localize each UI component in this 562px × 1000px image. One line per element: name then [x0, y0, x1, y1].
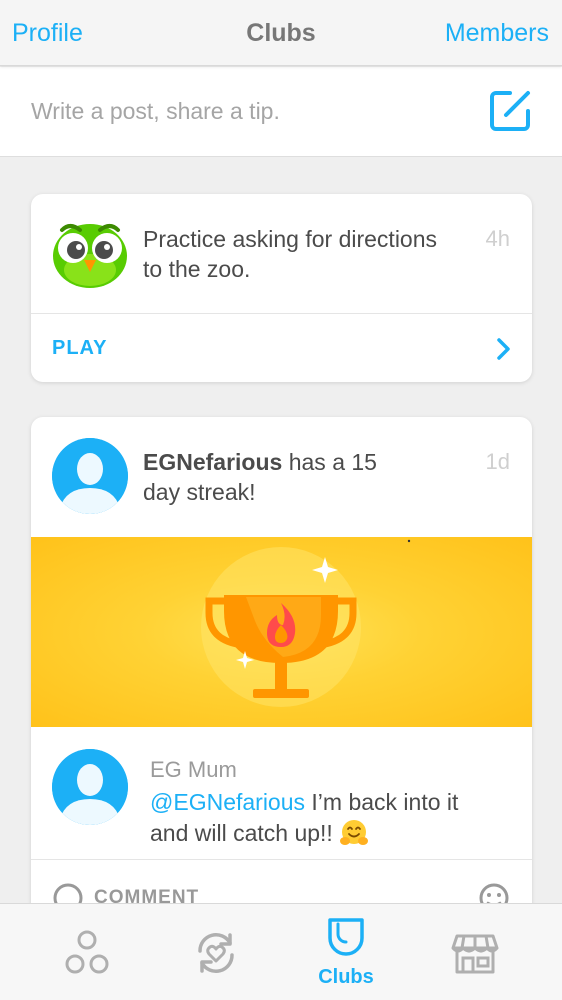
avatar[interactable] — [52, 438, 128, 514]
hugging-face-emoji — [340, 820, 369, 845]
username[interactable]: EGNefarious — [143, 449, 282, 475]
post-time: 4h — [485, 226, 510, 251]
members-link[interactable]: Members — [445, 19, 549, 48]
shop-storefront-icon — [451, 934, 499, 974]
practice-message: Practice asking for directions to the zo… — [143, 226, 438, 282]
mention-link[interactable]: @EGNefarious — [150, 789, 305, 815]
nav-clubs-label: Clubs — [318, 966, 374, 988]
practice-card: Practice asking for directions to the zo… — [31, 194, 532, 382]
practice-heart-refresh-icon — [198, 933, 234, 973]
chevron-right-icon[interactable] — [494, 336, 514, 362]
nav-learn[interactable] — [17, 904, 157, 1000]
user-silhouette-icon — [52, 749, 128, 825]
user-silhouette-icon — [52, 438, 128, 514]
composer-placeholder[interactable]: Write a post, share a tip. — [31, 98, 280, 125]
compose-icon[interactable] — [488, 87, 534, 133]
top-bar: Profile Clubs Members — [0, 0, 562, 66]
bottom-nav: Clubs — [0, 903, 562, 1000]
comment-author[interactable]: EG Mum — [150, 757, 237, 783]
avatar[interactable] — [52, 749, 128, 825]
play-button[interactable]: PLAY — [52, 337, 108, 360]
post-composer[interactable]: Write a post, share a tip. — [0, 67, 562, 157]
trophy-flame-icon — [201, 539, 411, 707]
streak-banner — [31, 537, 532, 727]
nav-practice[interactable] — [146, 904, 286, 1000]
divider — [31, 313, 532, 314]
clubs-shield-icon — [328, 918, 364, 956]
streak-message: EGNefarious has a 15 day streak! — [143, 447, 413, 507]
owl-mascot-icon — [53, 224, 127, 288]
divider — [31, 859, 532, 860]
nav-clubs[interactable]: Clubs — [276, 904, 416, 1000]
comment-text: @EGNefarious I’m back into it and will c… — [150, 787, 500, 849]
nav-shop[interactable] — [405, 904, 545, 1000]
streak-card: EGNefarious has a 15 day streak! 1d EG M… — [31, 417, 532, 937]
learn-circles-icon — [65, 930, 109, 974]
post-time: 1d — [485, 449, 510, 474]
